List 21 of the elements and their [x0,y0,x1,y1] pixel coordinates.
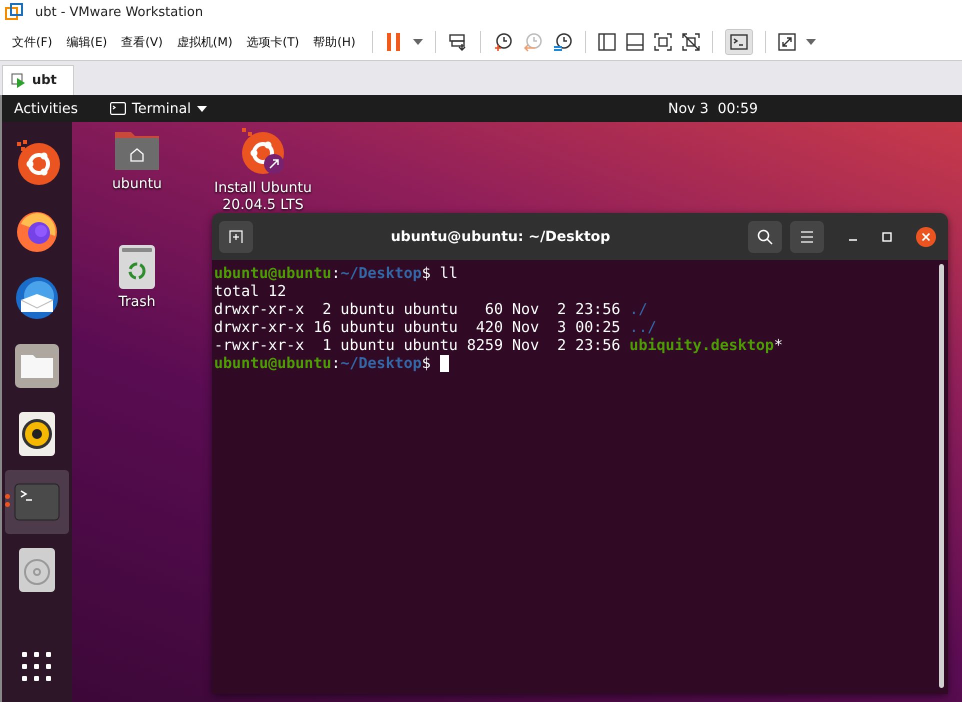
activities-button[interactable]: Activities [14,100,78,116]
window-title: ubt - VMware Workstation [35,4,204,20]
app-menu[interactable]: Terminal [110,100,208,116]
desktop-icon-label[interactable]: Install Ubuntu 20.04.5 LTS [214,180,312,214]
desktop-icon-label[interactable]: Trash [118,294,156,311]
menu-item[interactable]: 查看(V) [121,34,163,50]
terminal-line: ubuntu@ubuntu:~/Desktop$ [214,354,935,372]
desktop-icon-label[interactable]: ubuntu [112,176,162,193]
terminal-line: total 12 [214,282,288,300]
clock[interactable]: Nov 3 00:59 [668,100,758,116]
terminal-line: -rwxr-xr-x 1 ubuntu ubuntu 8259 Nov 2 23:56 ubiquity.desktop* [214,336,784,354]
menu-item[interactable]: 选项卡(T) [246,34,300,50]
terminal-line: drwxr-xr-x 2 ubuntu ubuntu 60 Nov 2 23:56 ./ [214,300,648,318]
vm-tab[interactable]: ubt [2,65,74,95]
menu-item[interactable]: 帮助(H) [313,34,356,50]
menu-item[interactable]: 文件(F) [12,34,52,50]
terminal-line: ubuntu@ubuntu:~/Desktop$ ll [214,264,459,282]
menu-item[interactable]: 虚拟机(M) [176,34,233,50]
terminal-title: ubuntu@ubuntu: ~/Desktop [390,228,612,244]
menu-item[interactable]: 编辑(E) [66,34,108,50]
terminal-line: drwxr-xr-x 16 ubuntu ubuntu 420 Nov 3 00:25 ../ [214,318,658,336]
